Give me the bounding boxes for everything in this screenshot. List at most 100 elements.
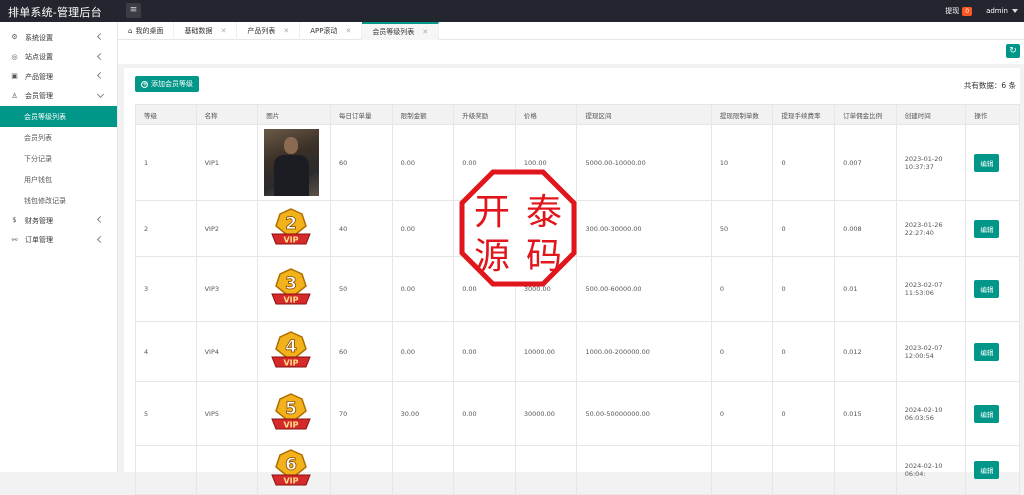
vip-badge-icon: 5VIP	[271, 392, 311, 429]
top-bar: 排单系统-管理后台 ≡ 提现 0 admin	[0, 0, 1024, 22]
col-created[interactable]: 创建时间	[895, 104, 967, 125]
sidebar-subitem-member-levels[interactable]: 会员等级列表	[0, 106, 117, 127]
tab-desktop[interactable]: ⌂ 我的桌面	[118, 22, 175, 40]
edit-button[interactable]: 编辑	[974, 280, 1000, 298]
svg-text:VIP: VIP	[284, 420, 299, 429]
cell-level: 4	[135, 321, 197, 382]
vip-badge-icon: 3 VIP	[271, 268, 311, 305]
watermark-char: 源	[474, 236, 510, 277]
cell-withdraw-limit: 50	[710, 200, 774, 257]
tab-bar: ⌂ 我的桌面 基础数据 ✕ 产品列表 ✕ APP滚动 ✕ 会员等级列表 ✕	[118, 22, 1024, 40]
cell-withdraw-limit: 10	[710, 124, 774, 201]
cell-fee: 0	[772, 200, 836, 257]
cell-fee	[772, 445, 836, 495]
edit-button[interactable]: 编辑	[974, 461, 1000, 479]
cell-withdraw-limit	[710, 445, 774, 495]
cell-price	[514, 445, 578, 495]
link-icon: ⚯	[11, 235, 18, 244]
col-daily-orders[interactable]: 每日订单量	[329, 104, 393, 125]
cell-range: 500.00-60000.00	[576, 256, 712, 322]
sidebar-item-finance[interactable]: $ 财务管理	[0, 211, 117, 231]
tab-label: 会员等级列表	[372, 28, 415, 36]
user-menu[interactable]: admin	[986, 7, 1018, 15]
cell-range: 5000.00-10000.00	[576, 124, 712, 201]
dollar-icon: $	[12, 216, 17, 225]
edit-button[interactable]: 编辑	[974, 219, 1000, 238]
vip-badge-number: 6	[285, 455, 297, 475]
sidebar-item-orders[interactable]: ⚯ 订单管理	[0, 231, 117, 251]
sidebar-item-site[interactable]: ◎ 站点设置	[0, 48, 117, 68]
col-range[interactable]: 提现区间	[576, 104, 712, 125]
col-name[interactable]: 名称	[195, 104, 259, 125]
table-row: 5 VIP5 5 VIP 70 30.00 0.00 30000.00 50.00-500000…	[135, 381, 1020, 446]
cell-image: 4 VIP	[257, 321, 331, 382]
cell-created: 2024-02-10 06:04:	[895, 445, 967, 495]
sidebar-subitem-downscore[interactable]: 下分记录	[0, 148, 117, 169]
close-icon[interactable]: ✕	[283, 27, 289, 35]
cell-name: VIP1	[195, 124, 259, 201]
cell-range: 300.00-30000.00	[576, 200, 712, 257]
cell-range	[576, 445, 712, 495]
vip-badge-icon: 6 VIP	[271, 449, 311, 486]
box-icon: ▣	[11, 72, 18, 81]
withdraw-link[interactable]: 提现 0	[945, 6, 973, 16]
cell-commission: 0.01	[834, 256, 897, 322]
refresh-button[interactable]: ↻	[1006, 44, 1020, 58]
close-icon[interactable]: ✕	[220, 27, 226, 35]
sidebar-subitem-wallet[interactable]: 用户钱包	[0, 169, 117, 190]
cell-actions: 编辑	[965, 200, 1020, 257]
col-fee[interactable]: 提现手续费率	[772, 104, 836, 125]
vip-badge-number: 5	[285, 399, 297, 419]
app-logo: 排单系统-管理后台	[8, 6, 102, 19]
sidebar-subitem-member-list[interactable]: 会员列表	[0, 127, 117, 148]
cell-actions: 编辑	[965, 381, 1020, 446]
cell-level	[135, 445, 197, 495]
edit-button[interactable]: 编辑	[974, 153, 1000, 172]
cell-limit: 0.00	[391, 124, 455, 201]
cell-image: 3 VIP	[257, 256, 331, 322]
globe-icon: ◎	[11, 52, 18, 61]
cell-fee: 0	[772, 256, 836, 322]
tab-product-list[interactable]: 产品列表 ✕	[237, 22, 301, 40]
user-name: admin	[986, 7, 1008, 15]
sidebar-subitem-wallet-log[interactable]: 钱包修改记录	[0, 190, 117, 211]
cell-created: 2023-01-26 22:27:40	[895, 200, 967, 257]
col-withdraw-limit[interactable]: 提现限制单数	[710, 104, 774, 125]
total-count: 共有数据：6 条	[963, 81, 1016, 90]
tab-app-scroll[interactable]: APP滚动 ✕	[300, 22, 363, 40]
edit-button[interactable]: 编辑	[974, 404, 1000, 423]
cell-reward: 0.00	[453, 381, 516, 446]
col-level[interactable]: 等级	[135, 104, 197, 125]
tab-label: 产品列表	[247, 27, 276, 35]
withdraw-label: 提现	[945, 7, 960, 15]
col-limit[interactable]: 限制金额	[391, 104, 455, 125]
watermark-char: 码	[526, 236, 562, 277]
close-icon[interactable]: ✕	[422, 28, 428, 36]
sidebar: ⚙ 系统设置 ◎ 站点设置 ▣ 产品管理 ♙ 会员管理 会员等级列表 会员列表 下分记录…	[0, 22, 118, 472]
cell-name: VIP4	[195, 321, 259, 382]
menu-toggle-button[interactable]: ≡	[126, 3, 141, 18]
add-member-level-button[interactable]: + 添加会员等级	[135, 76, 199, 92]
sidebar-item-member[interactable]: ♙ 会员管理	[0, 87, 117, 107]
col-commission[interactable]: 订单佣金比例	[834, 104, 897, 125]
col-reward[interactable]: 升级奖励	[453, 104, 516, 125]
tab-member-levels[interactable]: 会员等级列表 ✕	[362, 22, 440, 40]
tab-label: 我的桌面	[135, 27, 164, 35]
close-icon[interactable]: ✕	[345, 27, 351, 35]
col-image[interactable]: 图片	[257, 104, 331, 125]
cell-level: 1	[135, 124, 197, 201]
member-photo	[264, 129, 320, 196]
sidebar-item-system[interactable]: ⚙ 系统设置	[0, 28, 117, 48]
table-row: 6 VIP 2024-02-10 06:04: 编辑	[135, 445, 1020, 495]
sidebar-item-label: 会员管理	[25, 92, 53, 101]
chevron-left-icon	[96, 235, 105, 243]
col-price[interactable]: 价格	[514, 104, 578, 125]
cell-image: 6 VIP	[257, 445, 331, 495]
sidebar-item-product[interactable]: ▣ 产品管理	[0, 67, 117, 87]
svg-text:VIP: VIP	[284, 477, 299, 486]
tab-basic-data[interactable]: 基础数据 ✕	[174, 22, 238, 40]
cell-image: 5 VIP	[257, 381, 331, 446]
watermark-char: 开	[474, 192, 510, 233]
edit-button[interactable]: 编辑	[974, 342, 1000, 361]
cell-level: 2	[135, 200, 197, 257]
